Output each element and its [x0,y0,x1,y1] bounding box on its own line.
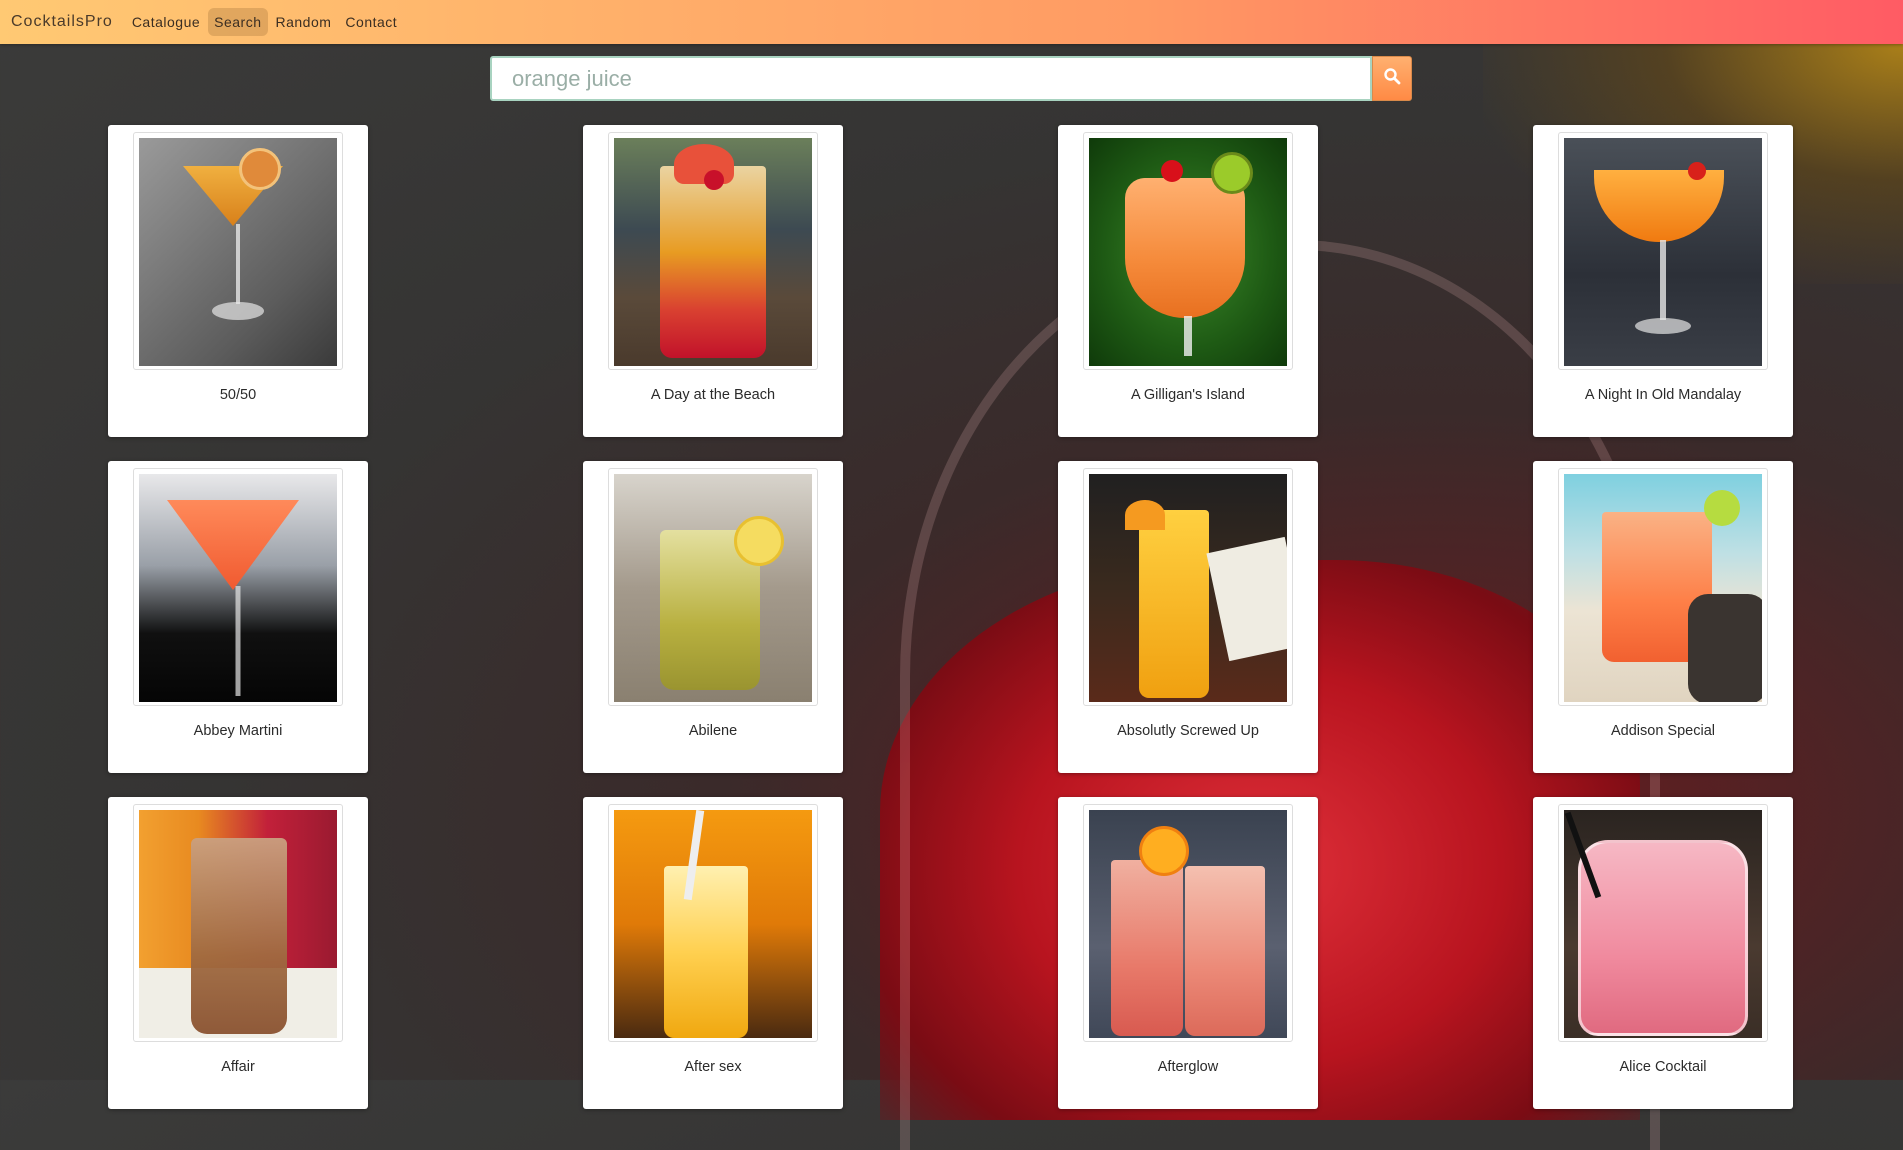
cocktail-card[interactable]: A Gilligan's Island [1058,125,1318,437]
cocktail-image-frame [608,804,818,1042]
cocktail-card[interactable]: Absolutly Screwed Up [1058,461,1318,773]
cocktail-card[interactable]: Abilene [583,461,843,773]
cocktail-photo[interactable] [139,474,337,702]
cocktail-name[interactable]: Alice Cocktail [1533,1059,1793,1075]
cocktail-image-frame [1083,132,1293,370]
cocktail-image-frame [133,132,343,370]
nav-link-search[interactable]: Search [208,8,268,36]
cocktail-image-frame [133,804,343,1042]
cocktail-photo[interactable] [614,810,812,1038]
cocktail-photo[interactable] [1089,810,1287,1038]
cocktail-card[interactable]: Addison Special [1533,461,1793,773]
cocktail-card[interactable]: After sex [583,797,843,1109]
cocktail-name[interactable]: A Night In Old Mandalay [1533,387,1793,403]
cocktail-image-frame [1558,132,1768,370]
cocktail-photo[interactable] [1564,138,1762,366]
cocktail-card[interactable]: Alice Cocktail [1533,797,1793,1109]
cocktail-card[interactable]: Affair [108,797,368,1109]
cocktail-name[interactable]: A Gilligan's Island [1058,387,1318,403]
cocktail-image-frame [608,468,818,706]
cocktail-name[interactable]: After sex [583,1059,843,1075]
nav-link-contact[interactable]: Contact [339,8,403,36]
cocktail-image-frame [1558,468,1768,706]
cocktail-card[interactable]: A Day at the Beach [583,125,843,437]
cocktail-image-frame [1558,804,1768,1042]
search-input[interactable] [490,56,1372,101]
cocktail-name[interactable]: Afterglow [1058,1059,1318,1075]
cocktail-card[interactable]: A Night In Old Mandalay [1533,125,1793,437]
cocktail-photo[interactable] [1089,474,1287,702]
cocktail-name[interactable]: Affair [108,1059,368,1075]
cocktail-card[interactable]: 50/50 [108,125,368,437]
cocktail-image-frame [133,468,343,706]
cocktail-photo[interactable] [614,474,812,702]
cocktail-name[interactable]: 50/50 [108,387,368,403]
cocktail-name[interactable]: Absolutly Screwed Up [1058,723,1318,739]
cocktail-photo[interactable] [1089,138,1287,366]
cocktail-name[interactable]: Addison Special [1533,723,1793,739]
brand-logo[interactable]: CocktailsPro [11,13,113,31]
cocktail-image-frame [608,132,818,370]
cocktail-photo[interactable] [139,138,337,366]
cocktail-image-frame [1083,468,1293,706]
search-button[interactable] [1372,56,1412,101]
cocktail-photo[interactable] [1564,474,1762,702]
cocktail-image-frame [1083,804,1293,1042]
cocktail-name[interactable]: Abbey Martini [108,723,368,739]
cocktail-name[interactable]: A Day at the Beach [583,387,843,403]
cocktail-card[interactable]: Afterglow [1058,797,1318,1109]
cocktail-photo[interactable] [614,138,812,366]
cocktail-card[interactable]: Abbey Martini [108,461,368,773]
nav-link-catalogue[interactable]: Catalogue [126,8,206,36]
search-bar [490,56,1412,101]
search-icon [1383,67,1401,90]
cocktail-photo[interactable] [1564,810,1762,1038]
cocktail-name[interactable]: Abilene [583,723,843,739]
cocktail-photo[interactable] [139,810,337,1038]
navbar: CocktailsPro Catalogue Search Random Con… [0,0,1903,44]
nav-link-random[interactable]: Random [270,8,338,36]
